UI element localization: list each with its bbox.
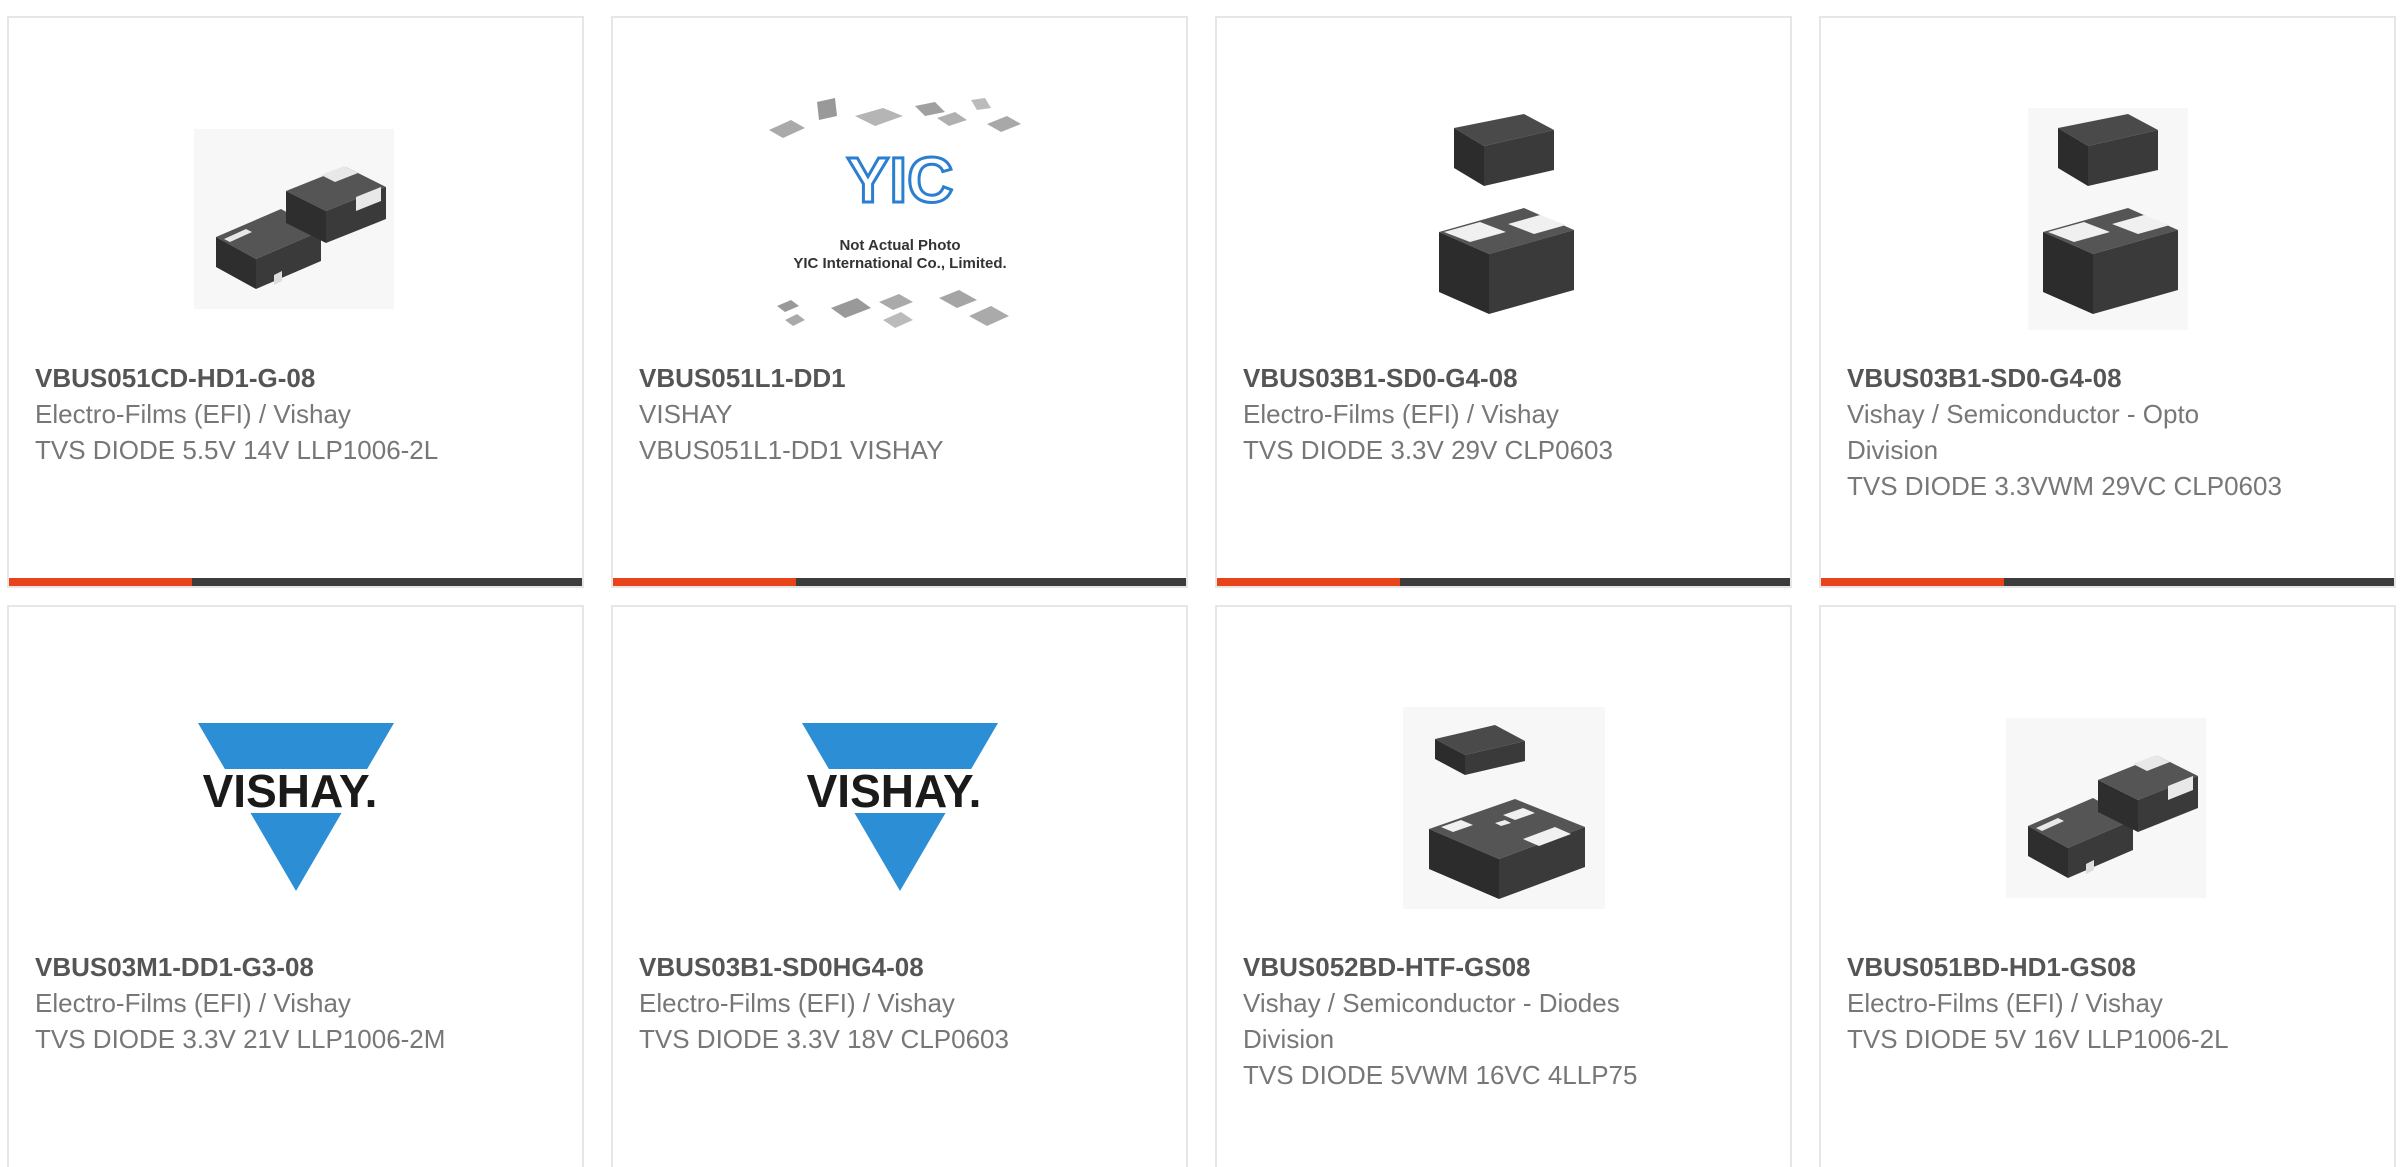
product-image[interactable] — [1354, 74, 1654, 364]
manufacturer: Electro-Films (EFI) / Vishay — [1243, 399, 1559, 429]
description: TVS DIODE 5V 16V LLP1006-2L — [1847, 1024, 2229, 1054]
product-card[interactable]: VISHAY. VBUS03B1-SD0HG4-08 Electro-Films… — [611, 605, 1188, 1167]
part-number-link[interactable]: VBUS03M1-DD1-G3-08 — [35, 949, 455, 985]
card-progress-bar — [1217, 578, 1790, 586]
manufacturer: Electro-Films (EFI) / Vishay — [1847, 988, 2163, 1018]
product-grid: VBUS051CD-HD1-G-08 Electro-Films (EFI) /… — [0, 0, 2400, 1167]
description: TVS DIODE 3.3VWM 29VC CLP0603 — [1847, 471, 2282, 501]
product-info: VBUS03B1-SD0HG4-08 Electro-Films (EFI) /… — [639, 949, 1059, 1057]
dual-chip-package-photo — [193, 129, 394, 309]
product-card[interactable]: VBUS051BD-HD1-GS08 Electro-Films (EFI) /… — [1819, 605, 2396, 1167]
card-accent — [1217, 578, 1400, 586]
product-info: VBUS03M1-DD1-G3-08 Electro-Films (EFI) /… — [35, 949, 455, 1057]
product-image[interactable] — [1958, 74, 2258, 364]
yic-not-actual-photo-image: YIC Not Actual Photo YIC International C… — [768, 98, 1021, 328]
vishay-logo: VISHAY. — [789, 723, 1010, 891]
manufacturer: Electro-Films (EFI) / Vishay — [639, 988, 955, 1018]
card-accent — [9, 578, 192, 586]
product-info: VBUS03B1-SD0-G4-08 Vishay / Semiconducto… — [1847, 360, 2287, 504]
product-card[interactable]: VBUS03B1-SD0-G4-08 Electro-Films (EFI) /… — [1215, 16, 1792, 588]
part-number-link[interactable]: VBUS03B1-SD0HG4-08 — [639, 949, 1059, 985]
yic-company-text: YIC International Co., Limited. — [793, 255, 1006, 272]
manufacturer: Electro-Films (EFI) / Vishay — [35, 399, 351, 429]
card-progress-bar — [9, 578, 582, 586]
product-image[interactable] — [1958, 663, 2258, 953]
product-card[interactable]: VBUS03B1-SD0-G4-08 Vishay / Semiconducto… — [1819, 16, 2396, 588]
part-number-link[interactable]: VBUS051L1-DD1 — [639, 360, 1059, 396]
manufacturer: VISHAY — [639, 399, 733, 429]
stacked-chip-package-photo — [2027, 108, 2188, 330]
card-accent — [1821, 578, 2004, 586]
product-image[interactable]: VISHAY. — [146, 663, 446, 953]
description: TVS DIODE 3.3V 29V CLP0603 — [1243, 435, 1613, 465]
card-progress-bar — [1821, 578, 2394, 586]
vishay-logo-text: VISHAY. — [806, 765, 981, 817]
stacked-chip-package-photo — [1438, 114, 1574, 314]
product-image[interactable] — [1354, 663, 1654, 953]
product-card[interactable]: VBUS052BD-HTF-GS08 Vishay / Semiconducto… — [1215, 605, 1792, 1167]
description: TVS DIODE 3.3V 21V LLP1006-2M — [35, 1024, 446, 1054]
description: VBUS051L1-DD1 VISHAY — [639, 435, 944, 465]
vishay-logo: VISHAY. — [185, 723, 406, 891]
description: TVS DIODE 5.5V 14V LLP1006-2L — [35, 435, 439, 465]
product-info: VBUS052BD-HTF-GS08 Vishay / Semiconducto… — [1243, 949, 1683, 1093]
qfn-package-photo — [1402, 707, 1605, 909]
product-info: VBUS051BD-HD1-GS08 Electro-Films (EFI) /… — [1847, 949, 2307, 1057]
part-number-link[interactable]: VBUS03B1-SD0-G4-08 — [1847, 360, 2287, 396]
product-info: VBUS051CD-HD1-G-08 Electro-Films (EFI) /… — [35, 360, 455, 468]
part-number-link[interactable]: VBUS051CD-HD1-G-08 — [35, 360, 455, 396]
product-card[interactable]: VBUS051CD-HD1-G-08 Electro-Films (EFI) /… — [7, 16, 584, 588]
product-info: VBUS03B1-SD0-G4-08 Electro-Films (EFI) /… — [1243, 360, 1663, 468]
description: TVS DIODE 5VWM 16VC 4LLP75 — [1243, 1060, 1638, 1090]
part-number-link[interactable]: VBUS03B1-SD0-G4-08 — [1243, 360, 1663, 396]
description: TVS DIODE 3.3V 18V CLP0603 — [639, 1024, 1009, 1054]
not-actual-photo-text: Not Actual Photo — [839, 237, 960, 254]
vishay-logo-text: VISHAY. — [202, 765, 377, 817]
part-number-link[interactable]: VBUS051BD-HD1-GS08 — [1847, 949, 2307, 985]
part-number-link[interactable]: VBUS052BD-HTF-GS08 — [1243, 949, 1683, 985]
card-accent — [613, 578, 796, 586]
product-card[interactable]: VISHAY. VBUS03M1-DD1-G3-08 Electro-Films… — [7, 605, 584, 1167]
product-image[interactable] — [146, 74, 446, 364]
manufacturer: Vishay / Semiconductor - Opto Division — [1847, 399, 2200, 465]
manufacturer: Electro-Films (EFI) / Vishay — [35, 988, 351, 1018]
product-image[interactable]: YIC Not Actual Photo YIC International C… — [750, 74, 1050, 364]
product-info: VBUS051L1-DD1 VISHAY VBUS051L1-DD1 VISHA… — [639, 360, 1059, 468]
card-progress-bar — [613, 578, 1186, 586]
product-image[interactable]: VISHAY. — [750, 663, 1050, 953]
yic-logo: YIC — [846, 144, 953, 216]
dual-chip-package-photo — [2005, 718, 2206, 898]
manufacturer: Vishay / Semiconductor - Diodes Division — [1243, 988, 1620, 1054]
product-card[interactable]: YIC Not Actual Photo YIC International C… — [611, 16, 1188, 588]
